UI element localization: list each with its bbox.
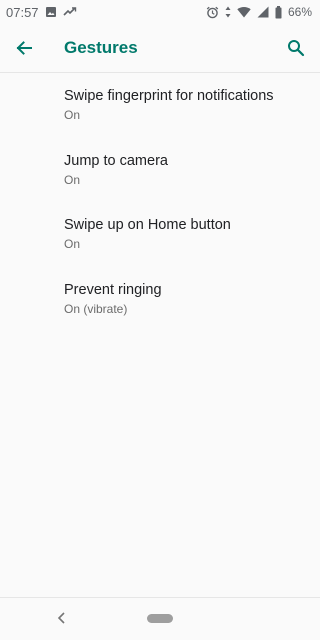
status-left: 07:57 (6, 5, 77, 20)
item-summary: On (64, 237, 81, 251)
chevron-left-icon (57, 612, 67, 624)
nav-home-button[interactable] (147, 614, 173, 623)
image-icon (45, 6, 57, 18)
arrow-back-icon (15, 39, 33, 57)
item-title: Prevent ringing (64, 281, 162, 298)
item-summary: On (64, 172, 81, 187)
battery-icon (275, 5, 282, 19)
app-bar: Gestures (0, 24, 320, 73)
status-bar: 07:57 66% (0, 0, 320, 24)
battery-percent: 66% (287, 5, 312, 19)
screen: 07:57 66% Gestures Swipe fingerprint for… (0, 0, 320, 640)
wifi-icon (237, 6, 251, 18)
search-button[interactable] (280, 24, 312, 72)
alarm-icon (206, 6, 219, 19)
sync-icon (62, 6, 77, 18)
list-item-swipe-up-home[interactable]: Swipe up on Home button On (0, 202, 320, 267)
item-title: Swipe fingerprint for notifications (64, 88, 274, 104)
gestures-list: Swipe fingerprint for notifications On J… (0, 73, 320, 331)
status-right: 66% (206, 5, 312, 19)
item-summary: On (64, 108, 81, 122)
navigation-bar (0, 597, 320, 640)
item-title: Swipe up on Home button (64, 217, 231, 233)
list-item-jump-to-camera[interactable]: Jump to camera On (0, 138, 320, 203)
list-item-swipe-fingerprint[interactable]: Swipe fingerprint for notifications On (0, 73, 320, 138)
item-summary: On (vibrate) (64, 301, 128, 316)
data-arrows-icon (225, 6, 231, 18)
search-icon (287, 39, 305, 57)
back-button[interactable] (0, 24, 48, 72)
nav-back-button[interactable] (52, 608, 72, 628)
status-time: 07:57 (6, 4, 39, 20)
item-title: Jump to camera (64, 152, 168, 169)
page-title: Gestures (64, 38, 138, 57)
signal-icon (257, 6, 269, 18)
list-item-prevent-ringing[interactable]: Prevent ringing On (vibrate) (0, 267, 320, 332)
